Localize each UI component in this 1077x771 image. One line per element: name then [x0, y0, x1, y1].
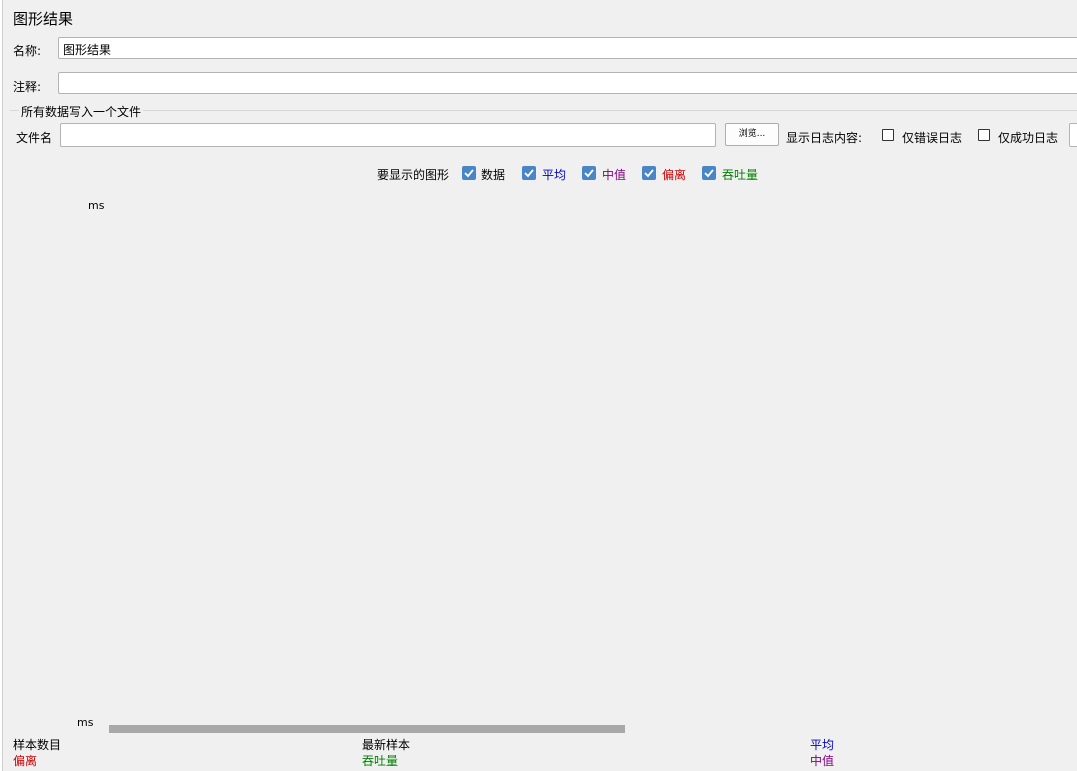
median-stat-label: 中值 [810, 754, 835, 768]
panel-title: 图形结果 [13, 10, 74, 28]
graphs-label: 要显示的图形 [377, 168, 450, 182]
success-only-label: 仅成功日志 [998, 131, 1059, 145]
configure-button[interactable] [1069, 123, 1077, 147]
throughput-option-label: 吞吐量 [722, 168, 759, 182]
median-option-label: 中值 [602, 168, 627, 182]
median-checkbox[interactable] [582, 166, 596, 180]
average-checkbox[interactable] [522, 166, 536, 180]
comment-label: 注释: [13, 80, 42, 94]
filename-input[interactable] [60, 123, 716, 147]
deviation-stat-label: 偏离 [13, 754, 38, 768]
browse-button[interactable]: 浏览... [725, 123, 779, 146]
data-option-label: 数据 [481, 168, 506, 182]
average-option-label: 平均 [542, 168, 567, 182]
file-group-title: 所有数据写入一个文件 [19, 103, 144, 120]
chart-y-unit-bottom: ms [77, 716, 94, 729]
deviation-checkbox[interactable] [642, 166, 656, 180]
deviation-option-label: 偏离 [662, 168, 687, 182]
chart-horizontal-scrollbar[interactable] [109, 725, 625, 733]
errors-only-label: 仅错误日志 [902, 131, 963, 145]
average-stat-label: 平均 [810, 738, 835, 752]
log-content-label: 显示日志内容: [786, 131, 863, 145]
success-only-checkbox[interactable] [978, 129, 990, 141]
name-label: 名称: [13, 44, 42, 58]
throughput-checkbox[interactable] [702, 166, 716, 180]
chart-y-unit-top: ms [88, 199, 105, 212]
left-border [0, 0, 3, 771]
filename-label: 文件名 [16, 131, 53, 145]
file-group-border [10, 110, 1077, 111]
latest-sample-label: 最新样本 [362, 738, 411, 752]
data-checkbox[interactable] [462, 166, 476, 180]
comment-input[interactable] [58, 72, 1077, 94]
throughput-stat-label: 吞吐量 [362, 754, 399, 768]
name-input[interactable]: 图形结果 [58, 37, 1077, 59]
sample-count-label: 样本数目 [13, 738, 62, 752]
errors-only-checkbox[interactable] [882, 129, 894, 141]
